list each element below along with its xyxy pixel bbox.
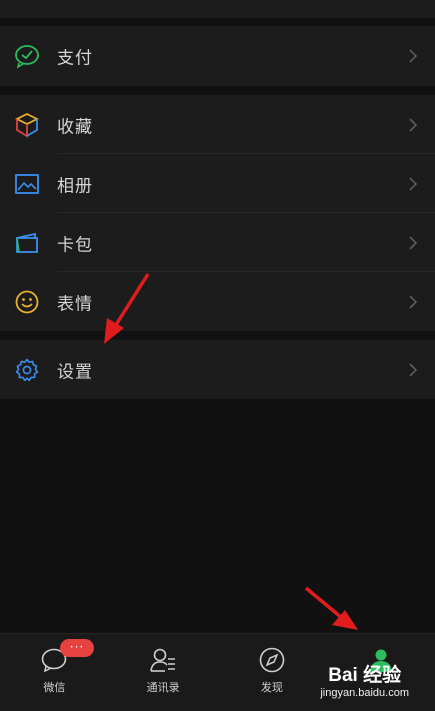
compass-icon xyxy=(259,647,285,673)
menu-item-album[interactable]: 相册 xyxy=(0,154,435,213)
menu-item-label: 相册 xyxy=(57,176,93,196)
unread-badge: ··· xyxy=(60,639,94,657)
menu-item-label: 表情 xyxy=(57,294,93,314)
chevron-right-icon xyxy=(409,362,418,377)
tab-contacts[interactable]: 通讯录 xyxy=(109,634,218,711)
me-screen: 支付 收藏 相册 卡包 表情 设置 微信 ··· 通讯录 发现 Bai 经验 j… xyxy=(0,0,435,711)
chevron-right-icon xyxy=(409,176,418,191)
pay-icon xyxy=(14,43,40,69)
tab-chats[interactable]: 微信 ··· xyxy=(0,634,109,711)
album-icon xyxy=(14,171,40,197)
annotation-arrow xyxy=(304,586,358,630)
menu-item-label: 收藏 xyxy=(57,117,93,137)
menu-item-pay[interactable]: 支付 xyxy=(0,26,435,86)
watermark-url: jingyan.baidu.com xyxy=(320,687,409,699)
menu-item-label: 支付 xyxy=(57,48,93,69)
chevron-right-icon xyxy=(409,117,418,132)
menu-item-label: 设置 xyxy=(57,362,93,382)
tab-label: 发现 xyxy=(260,681,283,694)
menu-item-cards[interactable]: 卡包 xyxy=(0,213,435,272)
menu-item-stickers[interactable]: 表情 xyxy=(0,272,435,331)
tab-discover[interactable]: 发现 xyxy=(218,634,327,711)
top-section xyxy=(0,0,435,18)
tab-label: 微信 xyxy=(43,681,66,694)
smiley-icon xyxy=(14,289,40,315)
menu-item-settings[interactable]: 设置 xyxy=(0,340,435,399)
chevron-right-icon xyxy=(409,49,418,63)
contacts-icon xyxy=(150,648,176,672)
wallet-card-icon xyxy=(14,230,40,256)
gear-icon xyxy=(14,357,40,383)
menu-item-favorites[interactable]: 收藏 xyxy=(0,95,435,154)
favorites-icon xyxy=(14,112,40,138)
tab-label: 通讯录 xyxy=(146,681,180,694)
chevron-right-icon xyxy=(409,294,418,309)
chevron-right-icon xyxy=(409,235,418,250)
watermark: Bai 经验 jingyan.baidu.com xyxy=(320,660,409,699)
watermark-logo: Bai 经验 xyxy=(328,665,402,686)
menu-item-label: 卡包 xyxy=(57,235,93,255)
